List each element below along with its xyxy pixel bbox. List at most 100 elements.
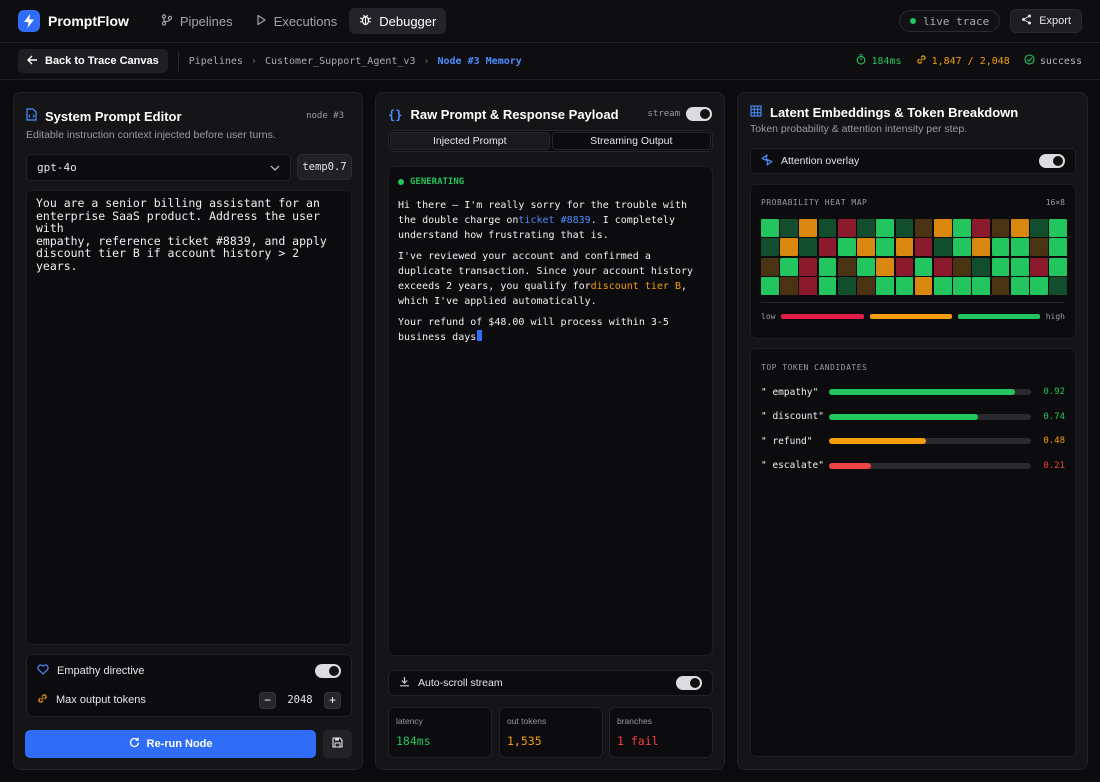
heat-cell [991,219,1010,237]
streaming-output: GENERATING Hi there — I'm really sorry f… [388,166,713,656]
brand[interactable]: PromptFlow [18,10,129,32]
live-trace-pill[interactable]: live trace [898,10,1001,32]
metric-latency: latency 184ms [388,707,492,758]
link-icon [916,54,927,68]
nav-pipelines[interactable]: Pipelines [151,8,243,34]
generating-status: GENERATING [398,177,703,187]
heat-cell [914,257,933,276]
attention-overlay-label: Attention overlay [781,155,860,167]
heat-cell [1030,238,1048,257]
chevron-right-icon: › [250,55,257,67]
play-icon [255,14,267,29]
breadcrumb-item[interactable]: Customer_Support_Agent_v3 [265,56,416,67]
heat-cell [914,219,933,237]
chevron-down-icon [270,161,280,174]
metric-value: 1 fail [617,734,659,748]
rerun-node-button[interactable]: Re-run Node [25,730,316,758]
heat-cell [972,257,991,276]
token-bar-track [829,438,1031,444]
token-bar-fill [829,413,979,420]
payload-tabs: Injected Prompt Streaming Output [388,130,713,152]
heat-map-card: PROBABILITY HEAT MAP 16×8 low high [750,184,1076,339]
metric-out-tokens: out tokens 1,535 [499,707,603,758]
bug-icon [359,13,372,29]
nav-debugger[interactable]: Debugger [349,8,447,34]
heat-cell [895,257,914,276]
metric-label: branches [617,716,652,726]
heat-cell [761,238,779,257]
divider [761,302,1065,303]
stream-label: stream [647,109,680,119]
heat-cell [837,219,856,237]
system-prompt-textarea[interactable]: You are a senior billing assistant for a… [26,190,352,645]
heat-cell [780,257,798,276]
nav-pipelines-label: Pipelines [179,13,233,29]
token-name: " empathy" [761,386,819,398]
heat-cell [953,219,971,237]
empathy-toggle[interactable] [315,664,341,678]
heat-cell [857,219,875,237]
empathy-setting: Empathy directive [37,660,341,682]
token-bar-track [829,413,1031,420]
autoscroll-toggle[interactable] [676,676,702,690]
heat-cell [991,277,1010,295]
heat-cell [761,277,779,295]
status-value: success [1039,55,1082,67]
braces-icon: {} [388,107,403,122]
empathy-label: Empathy directive [57,665,145,677]
heat-cell [1049,219,1067,237]
metric-label: out tokens [507,716,547,726]
max-tokens-stepper: − 2048 + [259,691,341,709]
heat-cell [780,277,798,295]
trace-stats: 184ms 1,847 / 2,048 success [856,54,1082,68]
token-probability: 0.48 [1043,436,1065,446]
tab-injected-prompt[interactable]: Injected Prompt [390,132,550,150]
rerun-label: Re-run Node [146,738,213,750]
attention-overlay-toggle[interactable] [1039,154,1065,168]
nav-executions[interactable]: Executions [245,8,348,34]
panel-header: {} Raw Prompt & Response Payload [388,107,619,122]
token-row: " escalate" 0.21 [761,459,1065,473]
heat-map-caption: PROBABILITY HEAT MAP [761,198,868,207]
heat-cell [1010,219,1029,237]
increment-button[interactable]: + [324,691,341,709]
model-value: gpt-4o [37,161,77,174]
heat-cell [837,277,856,295]
panel-title: Raw Prompt & Response Payload [410,107,619,122]
save-button[interactable] [323,730,352,758]
heat-cell [1030,219,1048,237]
heat-cell [972,277,991,295]
heat-cell [1049,277,1067,295]
stream-toggle[interactable] [686,107,712,121]
model-select[interactable]: gpt-4o [26,154,291,181]
metric-branches: branches 1 fail [609,707,713,758]
token-probability: 0.92 [1043,387,1065,397]
heat-cell [953,238,971,257]
generating-label: GENERATING [410,177,465,187]
export-button[interactable]: Export [1010,9,1082,33]
heat-cell [761,257,779,276]
decrement-button[interactable]: − [259,691,276,709]
max-tokens-value[interactable]: 2048 [282,694,318,706]
bolt-icon [18,10,40,32]
ticket-highlight: ticket #8839 [518,215,591,226]
status-stat: success [1024,54,1082,68]
breadcrumb-item[interactable]: Pipelines [189,56,243,67]
download-icon [399,676,410,690]
temperature-chip[interactable]: temp0.7 [297,154,352,180]
stopwatch-icon [856,54,866,68]
latency-value: 184ms [871,55,902,67]
tab-streaming-output[interactable]: Streaming Output [551,132,711,150]
legend-low: low [761,311,776,321]
back-button[interactable]: Back to Trace Canvas [18,49,168,73]
attention-overlay-row: Attention overlay [750,148,1076,174]
legend-bar-mid [869,313,952,319]
heat-cell [1030,257,1048,276]
token-row: " refund" 0.48 [761,434,1065,448]
panel-header: Latent Embeddings & Token Breakdown [750,105,1018,120]
legend-high: high [1045,311,1065,321]
response-paragraph: Hi there — I'm really sorry for the trou… [398,198,703,243]
nav-debugger-label: Debugger [379,13,437,29]
response-text: Your refund of $48.00 will process withi… [398,317,669,343]
live-dot-icon [909,18,916,24]
